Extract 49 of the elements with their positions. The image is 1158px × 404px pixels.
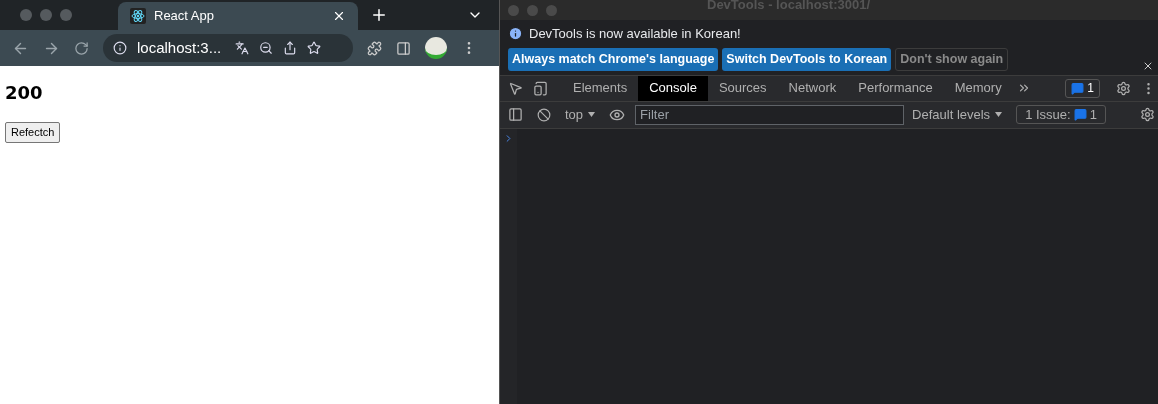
settings-icon[interactable] (1140, 107, 1155, 122)
devtools-tab[interactable]: Console (638, 75, 708, 101)
infobar-button[interactable]: Switch DevTools to Korean (722, 47, 892, 71)
reload-icon[interactable] (74, 40, 89, 56)
inspect-icon[interactable] (508, 80, 523, 96)
atom-icon (130, 8, 146, 24)
devtools-tab[interactable]: Elements (562, 75, 639, 101)
devtools-tab[interactable]: Memory (943, 75, 1013, 101)
devtools-tab[interactable]: Performance (847, 75, 944, 101)
info-icon (508, 26, 523, 42)
translate-icon[interactable] (235, 41, 250, 55)
messages-badge[interactable]: 1 (1065, 78, 1100, 98)
issues-label: 1 Issue: (1025, 105, 1071, 124)
address-bar[interactable]: localhost:3... (103, 34, 353, 62)
zoom-out-icon[interactable] (259, 41, 274, 55)
device-icon[interactable] (533, 80, 548, 96)
filter-field[interactable]: Filter (635, 104, 905, 125)
close-icon[interactable] (1142, 60, 1154, 72)
message-icon (1073, 108, 1087, 121)
browser-tab[interactable]: React App (118, 2, 358, 30)
caret-icon[interactable] (588, 112, 596, 117)
message-count: 1 (1087, 80, 1094, 97)
issues-badge[interactable]: 1 Issue: 1 (1016, 105, 1106, 124)
refetch-button[interactable]: Refectch (5, 122, 61, 143)
issues-count: 1 (1089, 105, 1097, 124)
puzzle-icon[interactable] (367, 40, 382, 56)
side-panel-icon[interactable] (396, 40, 411, 56)
info-icon (113, 41, 127, 55)
close-icon[interactable] (332, 9, 346, 23)
prompt-icon (503, 132, 514, 144)
settings-icon[interactable] (1116, 80, 1131, 96)
page-heading: 200 (5, 81, 43, 105)
message-icon (1071, 81, 1085, 95)
caret-icon[interactable] (995, 112, 1003, 117)
profile-avatar[interactable] (425, 37, 447, 59)
url-text: localhost:3... (137, 37, 222, 58)
tab-title: React App (154, 7, 215, 26)
levels-dropdown[interactable]: Default levels (912, 104, 991, 125)
info-message: DevTools is now available in Korean! (529, 25, 741, 43)
sidebar-icon[interactable] (508, 107, 523, 122)
clear-icon[interactable] (537, 107, 551, 122)
infobar-button[interactable]: Don't show again (895, 47, 1009, 71)
context-selector[interactable]: top (565, 104, 584, 125)
devtools-tab[interactable]: Network (777, 75, 848, 101)
share-icon[interactable] (283, 41, 298, 55)
infobar-button[interactable]: Always match Chrome's language (508, 47, 719, 71)
star-icon[interactable] (307, 41, 322, 55)
devtools-tab[interactable]: Sources (707, 75, 778, 101)
new-tab-icon[interactable] (370, 6, 388, 24)
